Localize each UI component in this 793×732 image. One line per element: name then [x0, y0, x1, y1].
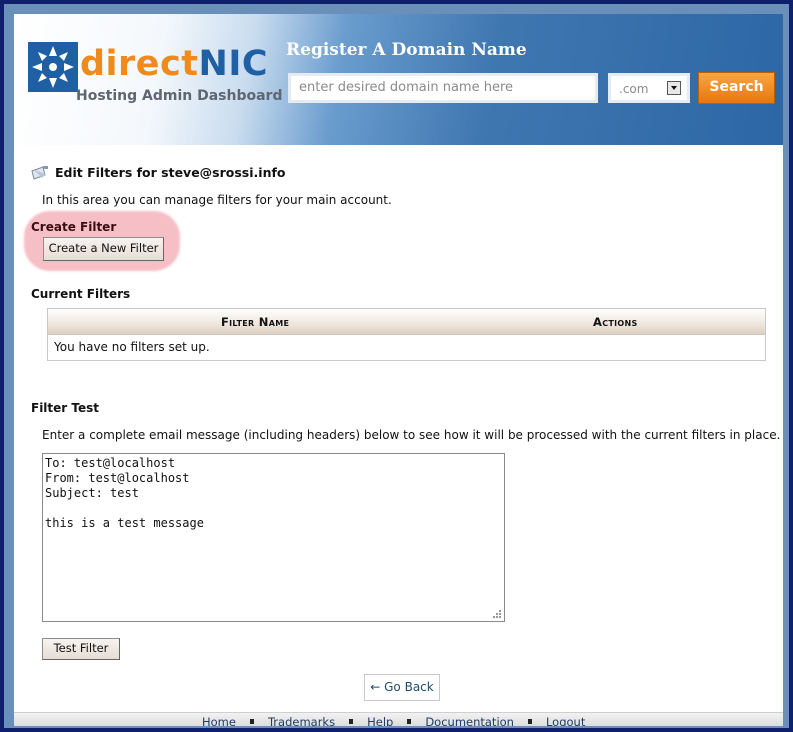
asterisk-logo-icon: [28, 42, 78, 92]
footer-link-trademarks[interactable]: Trademarks: [268, 715, 335, 726]
filters-table: Filter Name Actions You have no filters …: [47, 308, 766, 361]
footer-link-home[interactable]: Home: [202, 715, 236, 726]
page-container: directNIC Hosting Admin Dashboard Regist…: [14, 14, 783, 726]
register-domain-title: Register A Domain Name: [286, 40, 527, 60]
filter-test-description: Enter a complete email message (includin…: [42, 428, 781, 442]
create-filter-heading: Create Filter: [31, 220, 117, 234]
footer-separator: [349, 719, 354, 724]
main-content: Edit Filters for steve@srossi.info In th…: [14, 145, 783, 726]
table-header-row: Filter Name Actions: [48, 309, 765, 335]
chevron-down-icon[interactable]: [667, 81, 681, 95]
table-empty-message: You have no filters set up.: [54, 340, 210, 354]
tld-selected-value: .com: [619, 82, 649, 96]
footer-link-logout[interactable]: Logout: [546, 715, 585, 726]
domain-search-input[interactable]: enter desired domain name here: [288, 73, 598, 103]
mail-filter-icon: [31, 166, 48, 180]
go-back-button[interactable]: ← Go Back: [364, 674, 440, 701]
column-header-actions: Actions: [593, 315, 638, 329]
header-banner: directNIC Hosting Admin Dashboard Regist…: [14, 14, 783, 145]
footer-separator: [527, 719, 532, 724]
test-filter-button[interactable]: Test Filter: [42, 638, 120, 660]
footer-separator: [407, 719, 412, 724]
current-filters-heading: Current Filters: [31, 287, 131, 301]
column-header-filter-name: Filter Name: [221, 315, 290, 329]
footer-links: Home Trademarks Help Documentation Logout: [202, 715, 585, 726]
search-button[interactable]: Search: [698, 72, 775, 104]
logo-subtitle: Hosting Admin Dashboard: [76, 88, 283, 104]
resize-grip-icon[interactable]: [492, 609, 502, 619]
page-title: Edit Filters for steve@srossi.info: [55, 165, 286, 180]
window-frame: directNIC Hosting Admin Dashboard Regist…: [4, 4, 789, 728]
filter-test-heading: Filter Test: [31, 401, 100, 415]
footer-link-help[interactable]: Help: [367, 715, 393, 726]
logo-wordmark: directNIC: [80, 44, 268, 84]
intro-text: In this area you can manage filters for …: [42, 193, 392, 207]
logo-direct: direct: [80, 44, 199, 84]
test-message-textarea[interactable]: To: test@localhost From: test@localhost …: [42, 453, 505, 622]
tld-select[interactable]: .com: [608, 73, 690, 103]
logo-nic: NIC: [198, 44, 269, 84]
footer-separator: [249, 719, 254, 724]
create-new-filter-button[interactable]: Create a New Filter: [43, 237, 164, 261]
footer-link-documentation[interactable]: Documentation: [425, 715, 514, 726]
